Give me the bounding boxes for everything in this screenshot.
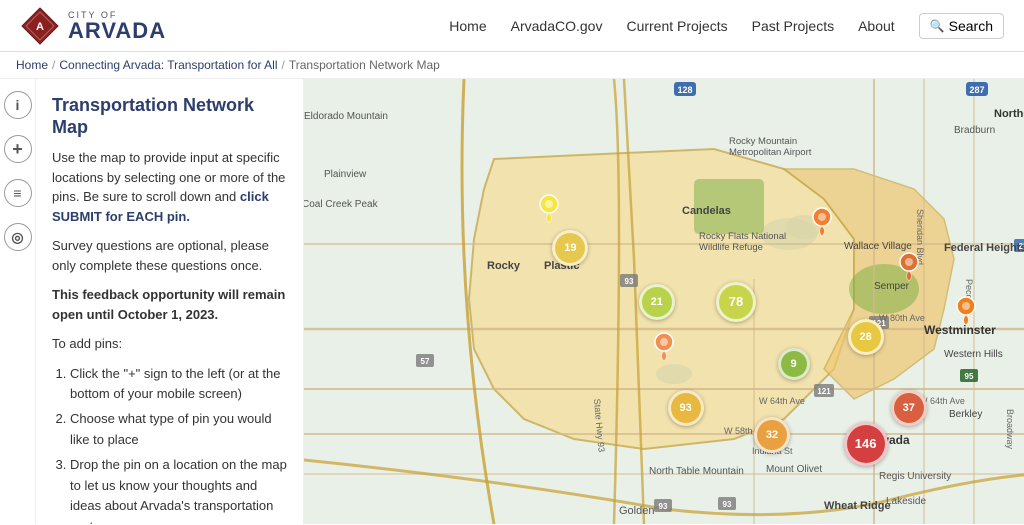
svg-text:W 64th Ave: W 64th Ave bbox=[759, 396, 805, 406]
filter-button[interactable]: ≡ bbox=[4, 179, 32, 207]
svg-text:93: 93 bbox=[625, 277, 634, 286]
step-3: Drop the pin on a location on the map to… bbox=[70, 455, 287, 524]
svg-text:93: 93 bbox=[659, 502, 668, 511]
page-title: Transportation Network Map bbox=[52, 95, 287, 138]
logo-icon: A bbox=[20, 6, 60, 46]
svg-text:Federal Heights: Federal Heights bbox=[944, 242, 1024, 254]
map-pin[interactable] bbox=[538, 193, 560, 226]
map-pin[interactable] bbox=[653, 331, 675, 364]
cluster-pin[interactable]: 146 bbox=[844, 422, 888, 466]
svg-text:Regis University: Regis University bbox=[879, 471, 951, 482]
cluster-pin[interactable]: 28 bbox=[848, 319, 884, 355]
svg-text:Northglen: Northglen bbox=[994, 108, 1024, 120]
svg-text:93: 93 bbox=[723, 500, 732, 509]
info-icon: i bbox=[16, 97, 20, 113]
filter-icon: ≡ bbox=[13, 185, 21, 201]
svg-text:Western Hills: Western Hills bbox=[944, 349, 1003, 360]
svg-text:A: A bbox=[36, 21, 44, 33]
svg-text:Metropolitan Airport: Metropolitan Airport bbox=[729, 147, 812, 158]
svg-text:Lakeside: Lakeside bbox=[886, 496, 926, 507]
logo-area[interactable]: A CITY OF ARVADA bbox=[20, 6, 166, 46]
svg-text:Bradburn: Bradburn bbox=[954, 125, 995, 136]
nav-current-projects[interactable]: Current Projects bbox=[626, 18, 727, 34]
map-pin[interactable] bbox=[955, 295, 977, 328]
svg-text:121: 121 bbox=[817, 387, 831, 396]
intro-text: Use the map to provide input at specific… bbox=[52, 148, 287, 226]
logo-arvada-label: ARVADA bbox=[68, 20, 166, 42]
svg-text:Rocky Flats National: Rocky Flats National bbox=[699, 231, 786, 242]
main-nav: Home ArvadaCO.gov Current Projects Past … bbox=[449, 13, 1004, 39]
cluster-pin[interactable]: 9 bbox=[778, 348, 810, 380]
nav-home[interactable]: Home bbox=[449, 18, 486, 34]
svg-text:Rocky Mountain: Rocky Mountain bbox=[729, 136, 797, 147]
svg-text:57: 57 bbox=[421, 357, 430, 366]
svg-text:Plainview: Plainview bbox=[324, 169, 367, 180]
search-label: Search bbox=[949, 18, 993, 34]
cluster-pin[interactable]: 37 bbox=[891, 390, 927, 426]
nav-about[interactable]: About bbox=[858, 18, 895, 34]
header: A CITY OF ARVADA Home ArvadaCO.gov Curre… bbox=[0, 0, 1024, 52]
svg-text:128: 128 bbox=[677, 85, 692, 95]
svg-text:287: 287 bbox=[969, 85, 984, 95]
step-1: Click the "+" sign to the left (or at th… bbox=[70, 364, 287, 406]
svg-text:Broadway: Broadway bbox=[1005, 409, 1015, 450]
cluster-pin[interactable]: 21 bbox=[639, 284, 675, 320]
cluster-pin[interactable]: 93 bbox=[668, 390, 704, 426]
svg-text:Candelas: Candelas bbox=[682, 205, 731, 217]
sidebar-icons: i + ≡ ◎ bbox=[0, 79, 36, 524]
nav-past-projects[interactable]: Past Projects bbox=[752, 18, 834, 34]
deadline-notice: This feedback opportunity will remain op… bbox=[52, 285, 287, 324]
add-pin-button[interactable]: + bbox=[4, 135, 32, 163]
steps-list: Click the "+" sign to the left (or at th… bbox=[70, 364, 287, 524]
bc-connecting[interactable]: Connecting Arvada: Transportation for Al… bbox=[59, 58, 277, 72]
search-icon: 🔍 bbox=[930, 19, 945, 33]
svg-text:W 80th Ave: W 80th Ave bbox=[879, 313, 925, 323]
svg-text:Eldorado Mountain: Eldorado Mountain bbox=[304, 111, 388, 122]
info-button[interactable]: i bbox=[4, 91, 32, 119]
svg-text:Mount Olivet: Mount Olivet bbox=[766, 464, 822, 475]
svg-text:North Table Mountain: North Table Mountain bbox=[649, 466, 744, 477]
map-pin[interactable] bbox=[898, 251, 920, 284]
svg-text:Coal Creek Peak: Coal Creek Peak bbox=[304, 199, 379, 210]
cluster-pin[interactable]: 19 bbox=[552, 230, 588, 266]
plus-icon: + bbox=[12, 139, 23, 160]
main-layout: i + ≡ ◎ Transportation Network Map Use t… bbox=[0, 79, 1024, 524]
search-button[interactable]: 🔍 Search bbox=[919, 13, 1004, 39]
survey-note: Survey questions are optional, please on… bbox=[52, 236, 287, 275]
location-icon: ◎ bbox=[11, 229, 23, 246]
cluster-pin[interactable]: 32 bbox=[754, 417, 790, 453]
svg-text:Wildlife Refuge: Wildlife Refuge bbox=[699, 242, 763, 253]
bc-home[interactable]: Home bbox=[16, 58, 48, 72]
svg-text:95: 95 bbox=[965, 372, 974, 381]
content-panel: Transportation Network Map Use the map t… bbox=[36, 79, 304, 524]
add-pins-label: To add pins: bbox=[52, 334, 287, 354]
svg-text:Rocky: Rocky bbox=[487, 260, 521, 272]
map-pin[interactable] bbox=[811, 206, 833, 239]
logo-text: CITY OF ARVADA bbox=[68, 10, 166, 42]
nav-arvadacogov[interactable]: ArvadaCO.gov bbox=[511, 18, 603, 34]
location-button[interactable]: ◎ bbox=[4, 223, 32, 251]
map-area[interactable]: 128 287 57 93 93 93 121 121 95 25 Eldora… bbox=[304, 79, 1024, 524]
breadcrumb: Home / Connecting Arvada: Transportation… bbox=[0, 52, 1024, 79]
svg-text:Wheat Ridge: Wheat Ridge bbox=[824, 500, 891, 512]
cluster-pin[interactable]: 78 bbox=[716, 282, 756, 322]
svg-text:Berkley: Berkley bbox=[949, 409, 982, 420]
bc-current: Transportation Network Map bbox=[289, 58, 440, 72]
svg-text:Golden: Golden bbox=[619, 505, 654, 517]
step-2: Choose what type of pin you would like t… bbox=[70, 409, 287, 451]
